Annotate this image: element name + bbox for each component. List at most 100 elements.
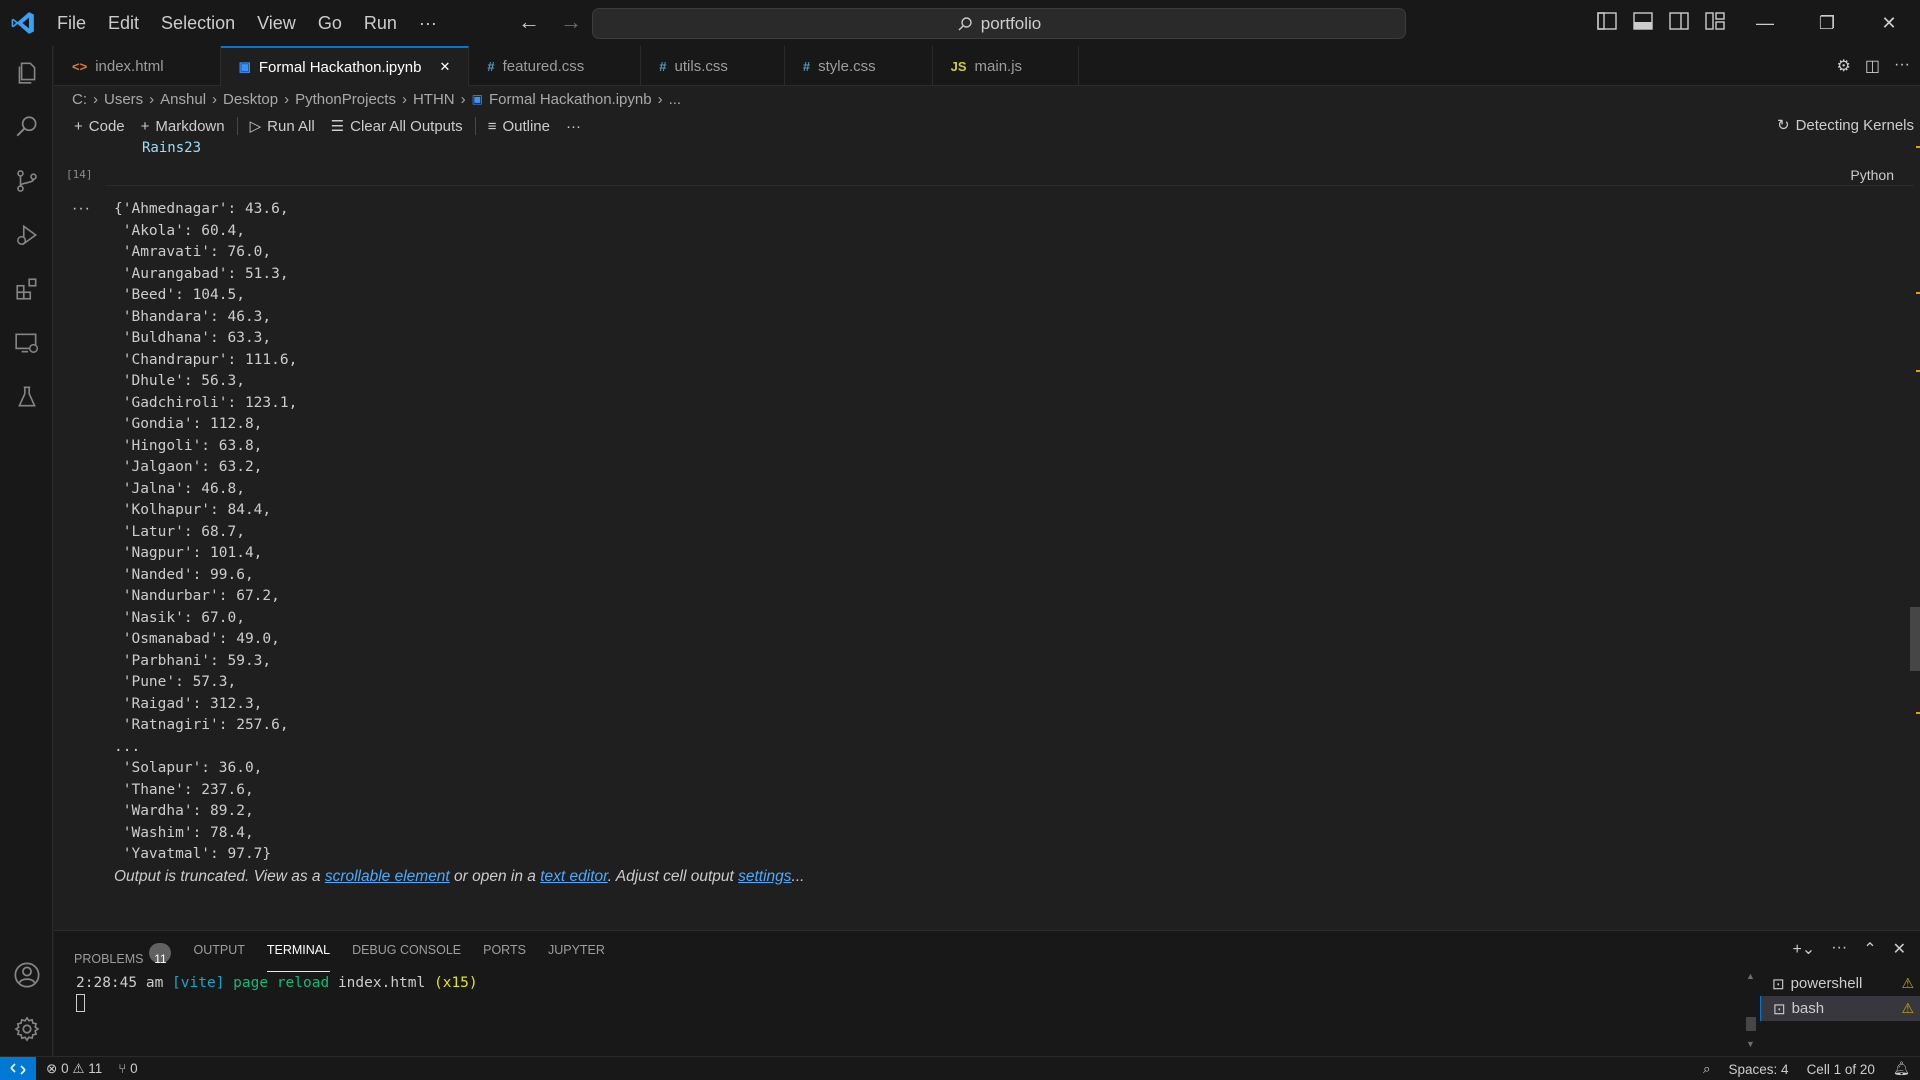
run-debug-icon[interactable]: [0, 208, 53, 262]
outline-button[interactable]: ≡ Outline: [480, 118, 558, 135]
scrollbar-thumb[interactable]: [1910, 607, 1920, 671]
editor-scrollbar[interactable]: [1906, 140, 1920, 930]
terminal-line: 2:28:45 am [vite] page reload index.html…: [76, 975, 478, 991]
editor-tab[interactable]: # utils.css: [641, 46, 785, 86]
explorer-icon[interactable]: [0, 46, 53, 100]
breadcrumb-item[interactable]: C:: [72, 91, 87, 108]
output-line: 'Jalna': 46.8,: [114, 480, 245, 497]
restore-icon[interactable]: ❐: [1796, 0, 1858, 46]
close-window-icon[interactable]: ✕: [1858, 0, 1920, 46]
output-truncated-message: Output is truncated. View as a scrollabl…: [114, 868, 805, 885]
add-markdown-cell-button[interactable]: + Markdown: [133, 118, 233, 135]
breadcrumb-item[interactable]: ...: [669, 91, 682, 108]
close-panel-icon[interactable]: ✕: [1893, 939, 1906, 959]
editor-tab[interactable]: # featured.css: [469, 46, 642, 86]
clear-all-icon: ☰: [330, 118, 345, 135]
code-cell[interactable]: Rains23 [14] Python: [66, 140, 1914, 186]
terminal-instance[interactable]: ⊡ bash ⚠: [1760, 996, 1920, 1021]
editor-tab[interactable]: # style.css: [785, 46, 933, 86]
accounts-icon[interactable]: [0, 948, 53, 1002]
breadcrumb: C: › Users › Anshul › Desktop › PythonProjects › H…: [54, 86, 1920, 112]
menu-item[interactable]: Edit: [97, 0, 150, 46]
problems-status[interactable]: ⊗ 0 ⚠ 11: [46, 1061, 102, 1077]
panel-tab-output[interactable]: OUTPUT: [193, 937, 244, 972]
search-icon[interactable]: [0, 100, 53, 154]
panel-more-icon[interactable]: ···: [1831, 939, 1847, 959]
ports-status[interactable]: ⑂ 0: [118, 1061, 137, 1076]
breadcrumb-item[interactable]: Desktop: [223, 91, 278, 108]
breadcrumb-item[interactable]: HTHN: [413, 91, 455, 108]
cell-language[interactable]: Python: [1850, 167, 1894, 183]
manage-gear-icon[interactable]: [0, 1002, 53, 1056]
output-line: 'Hingoli': 63.8,: [114, 437, 263, 454]
close-tab-icon[interactable]: ✕: [439, 59, 450, 75]
customize-layout-icon[interactable]: [1704, 10, 1726, 32]
plus-icon: +: [74, 117, 83, 135]
separator: [474, 117, 476, 135]
panel-tab-jupyter[interactable]: JUPYTER: [548, 937, 605, 972]
toggle-primary-sidebar-icon[interactable]: [1596, 10, 1618, 32]
editor-tab[interactable]: <> index.html: [54, 46, 221, 86]
clear-outputs-button[interactable]: ☰ Clear All Outputs: [323, 117, 471, 136]
menu-item[interactable]: View: [246, 0, 307, 46]
menu-item[interactable]: File: [46, 0, 97, 46]
panel-tab-debug-console[interactable]: DEBUG CONSOLE: [352, 937, 461, 972]
terminal-scrollbar[interactable]: ▲ ▼: [1746, 971, 1756, 1051]
menu-item[interactable]: Run: [353, 0, 408, 46]
toggle-panel-icon[interactable]: [1632, 10, 1654, 32]
terminal-output[interactable]: 2:28:45 am [vite] page reload index.html…: [76, 973, 478, 1013]
output-line: 'Raigad': 312.3,: [114, 695, 263, 712]
panel-tab-problems[interactable]: PROBLEMS 11: [74, 937, 172, 972]
indentation-status[interactable]: Spaces: 4: [1729, 1062, 1789, 1077]
menu-item[interactable]: Selection: [150, 0, 246, 46]
extensions-icon[interactable]: [0, 262, 53, 316]
terminal-list: ⊡ powershell ⚠ ⊡ bash ⚠: [1760, 971, 1920, 1021]
tab-label: index.html: [95, 57, 164, 75]
zoom-icon[interactable]: ⌕: [1703, 1061, 1711, 1077]
breadcrumb-item[interactable]: Anshul: [160, 91, 206, 108]
breadcrumb-item[interactable]: PythonProjects: [295, 91, 396, 108]
source-control-icon[interactable]: [0, 154, 53, 208]
output-line: {'Ahmednagar': 43.6,: [114, 201, 289, 217]
toolbar-more-button[interactable]: ···: [558, 118, 589, 135]
remote-explorer-icon[interactable]: [0, 316, 53, 370]
editor-tab[interactable]: JS main.js: [933, 46, 1080, 86]
settings-link[interactable]: settings: [738, 868, 791, 885]
terminal-instance[interactable]: ⊡ powershell ⚠: [1760, 971, 1920, 996]
status-bar: ⊗ 0 ⚠ 11 ⑂ 0 ⌕ Spaces: 4 Cell 1 of 20 🔔︎: [0, 1056, 1920, 1080]
forward-arrow-icon[interactable]: →: [557, 8, 585, 36]
panel-tab-terminal[interactable]: TERMINAL: [266, 937, 331, 972]
testing-flask-icon[interactable]: [0, 370, 53, 424]
cell-position-status[interactable]: Cell 1 of 20: [1807, 1062, 1875, 1077]
cell-code-line[interactable]: Rains23: [142, 140, 201, 156]
new-terminal-icon[interactable]: +⌄: [1792, 939, 1815, 959]
more-actions-icon[interactable]: ···: [1894, 56, 1910, 76]
editor-tabs: <> index.html ▣ Formal Hackathon.ipynb ✕ # fea…: [54, 46, 1920, 86]
output-more-icon[interactable]: ···: [72, 200, 91, 218]
panel-tab-ports[interactable]: PORTS: [483, 937, 526, 972]
file-type-icon: #: [487, 58, 495, 74]
breadcrumb-item[interactable]: Formal Hackathon.ipynb: [489, 91, 652, 108]
notifications-bell-icon[interactable]: 🔔︎: [1893, 1061, 1910, 1077]
chevron-right-icon: ›: [284, 90, 290, 108]
back-arrow-icon[interactable]: ←: [515, 8, 543, 36]
output-line: 'Pune': 57.3,: [114, 674, 237, 690]
maximize-panel-icon[interactable]: ⌃: [1863, 939, 1876, 959]
command-center-search[interactable]: portfolio: [592, 8, 1406, 39]
editor-tab[interactable]: ▣ Formal Hackathon.ipynb ✕: [220, 46, 470, 86]
breadcrumb-item[interactable]: Users: [104, 91, 143, 108]
scrollable-element-link[interactable]: scrollable element: [325, 868, 450, 885]
toggle-secondary-sidebar-icon[interactable]: [1668, 10, 1690, 32]
minimize-icon[interactable]: —: [1734, 0, 1796, 46]
menu-item[interactable]: ···: [408, 0, 448, 46]
run-all-button[interactable]: ▷ Run All: [242, 117, 323, 136]
text-editor-link[interactable]: text editor: [540, 868, 608, 885]
output-line: 'Yavatmal': 97.7}: [114, 846, 272, 862]
settings-gear-icon[interactable]: ⚙: [1837, 56, 1851, 76]
split-editor-icon[interactable]: ◫: [1865, 56, 1880, 76]
remote-indicator-icon[interactable]: [0, 1056, 36, 1080]
menu-item[interactable]: Go: [307, 0, 353, 46]
kernel-picker[interactable]: ↻ Detecting Kernels: [1777, 116, 1914, 135]
list-icon: ≡: [487, 117, 497, 135]
add-code-cell-button[interactable]: + Code: [66, 118, 133, 135]
